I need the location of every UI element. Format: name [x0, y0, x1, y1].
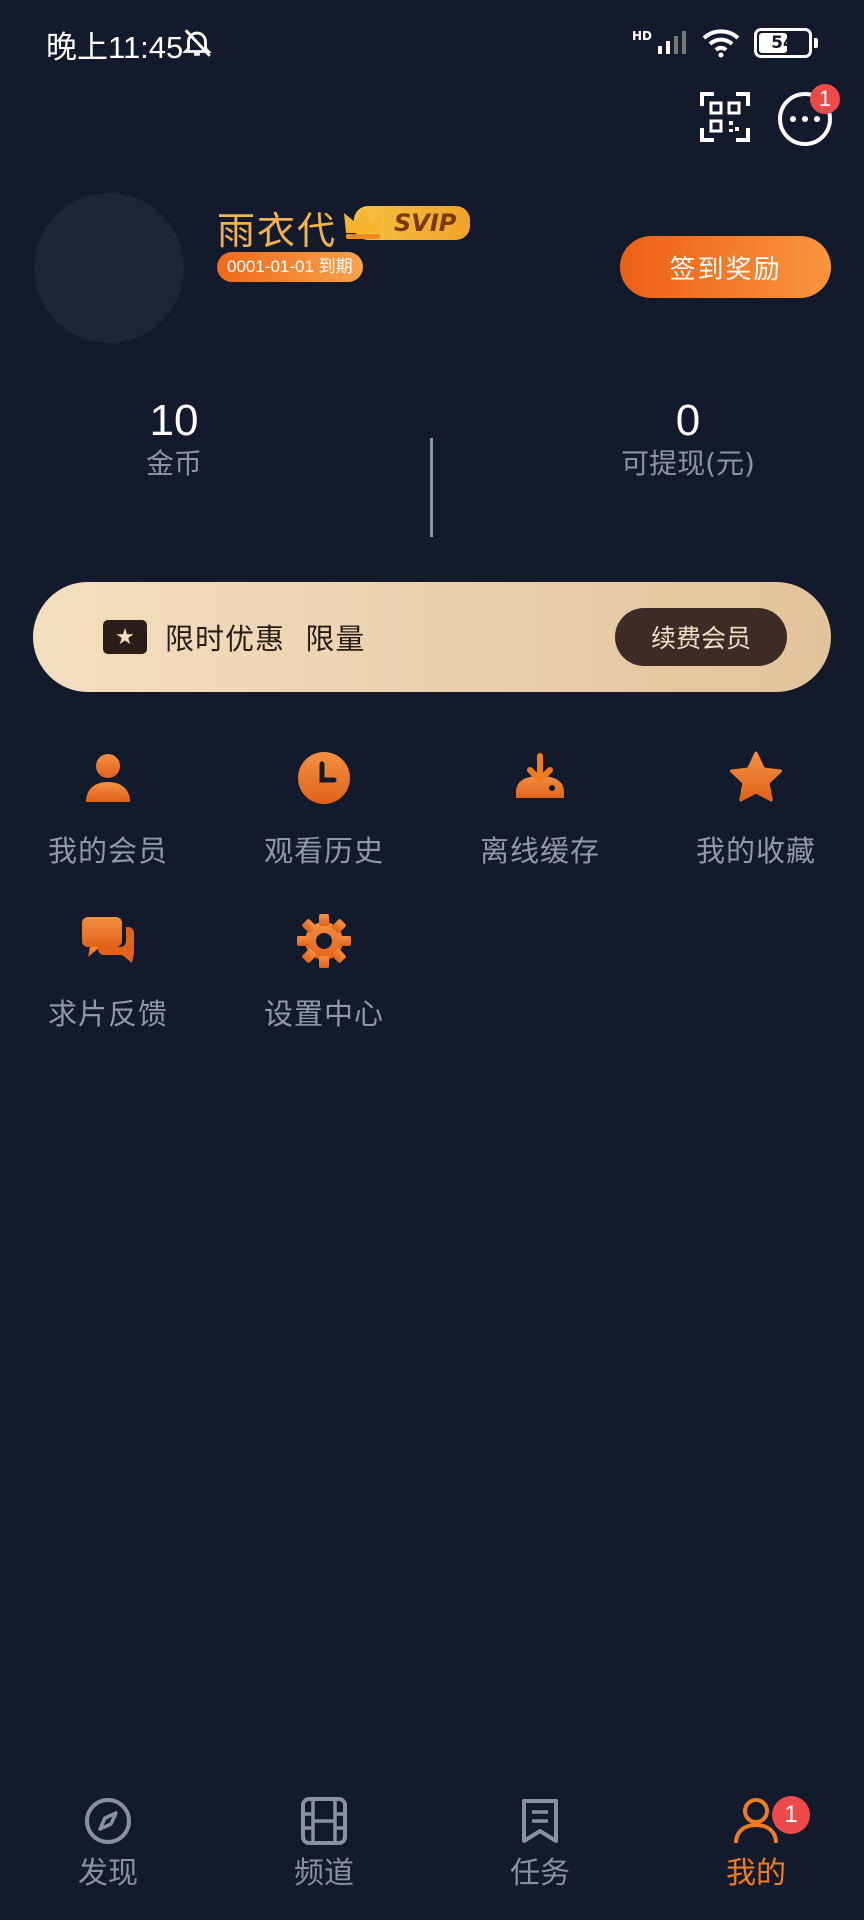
promo-banner[interactable]: ★ 限时优惠 限量 续费会员 [33, 582, 831, 692]
crown-icon [344, 208, 382, 239]
wifi-icon [702, 29, 740, 58]
member-icon [86, 754, 130, 802]
battery-tip [814, 38, 818, 48]
checkin-reward-button[interactable]: 签到奖励 [620, 236, 831, 298]
menu-label: 我的收藏 [695, 834, 816, 868]
battery-level: 54 [771, 33, 795, 53]
renew-vip-button[interactable]: 续费会员 [615, 608, 787, 666]
battery-icon: 54 [754, 28, 812, 58]
svip-badge: SVIP [342, 204, 471, 242]
message-badge: 1 [810, 84, 840, 114]
nav-label: 任务 [510, 1856, 570, 1891]
nav-badge: 1 [772, 1796, 810, 1834]
withdraw-label: 可提现(元) [621, 447, 755, 480]
coins-stat[interactable]: 10 金币 [24, 396, 324, 482]
withdraw-value: 0 [675, 396, 701, 445]
avatar[interactable] [34, 193, 184, 343]
gear-icon [297, 914, 351, 968]
coins-value: 10 [149, 396, 199, 445]
menu-item-member[interactable]: 我的会员 [8, 750, 208, 870]
nav-channel[interactable]: 频道 [244, 1796, 404, 1892]
nav-label: 我的 [726, 1856, 786, 1891]
expire-badge: 0001-01-01 到期 [217, 252, 363, 282]
task-icon [522, 1799, 558, 1843]
menu-item-favorites[interactable]: 我的收藏 [656, 750, 856, 870]
nav-label: 发现 [78, 1856, 138, 1891]
compass-icon [85, 1798, 131, 1844]
bell-muted-icon [182, 29, 212, 57]
promo-text: 限时优惠 限量 [165, 622, 366, 656]
withdraw-stat[interactable]: 0 可提现(元) [538, 396, 838, 482]
menu-item-settings[interactable]: 设置中心 [224, 913, 424, 1033]
nav-task[interactable]: 任务 [460, 1796, 620, 1892]
coins-label: 金币 [145, 447, 202, 480]
nav-label: 频道 [294, 1856, 354, 1891]
menu-label: 观看历史 [263, 834, 384, 868]
nav-discover[interactable]: 发现 [28, 1796, 188, 1892]
status-icons: HD 54 [632, 26, 818, 60]
menu-label: 离线缓存 [479, 834, 600, 868]
ticket-star-icon: ★ [103, 620, 147, 654]
menu-item-history[interactable]: 观看历史 [224, 750, 424, 870]
chat-icon [82, 917, 134, 963]
menu-label: 我的会员 [47, 834, 168, 868]
film-icon [301, 1797, 347, 1845]
star-icon [730, 751, 782, 802]
status-time: 晚上11:45 [46, 30, 184, 65]
username: 雨衣代 [217, 209, 338, 253]
signal-icon [658, 31, 686, 54]
menu-item-offline-cache[interactable]: 离线缓存 [440, 750, 640, 870]
download-icon [516, 753, 564, 798]
clock-icon [298, 752, 350, 804]
network-label: HD [631, 29, 652, 43]
scan-icon[interactable] [700, 92, 750, 142]
menu-label: 设置中心 [263, 997, 384, 1031]
menu-label: 求片反馈 [47, 997, 168, 1031]
menu-item-feedback[interactable]: 求片反馈 [8, 913, 208, 1033]
stats-divider [430, 438, 433, 537]
nav-mine[interactable]: 我的 [676, 1796, 836, 1892]
